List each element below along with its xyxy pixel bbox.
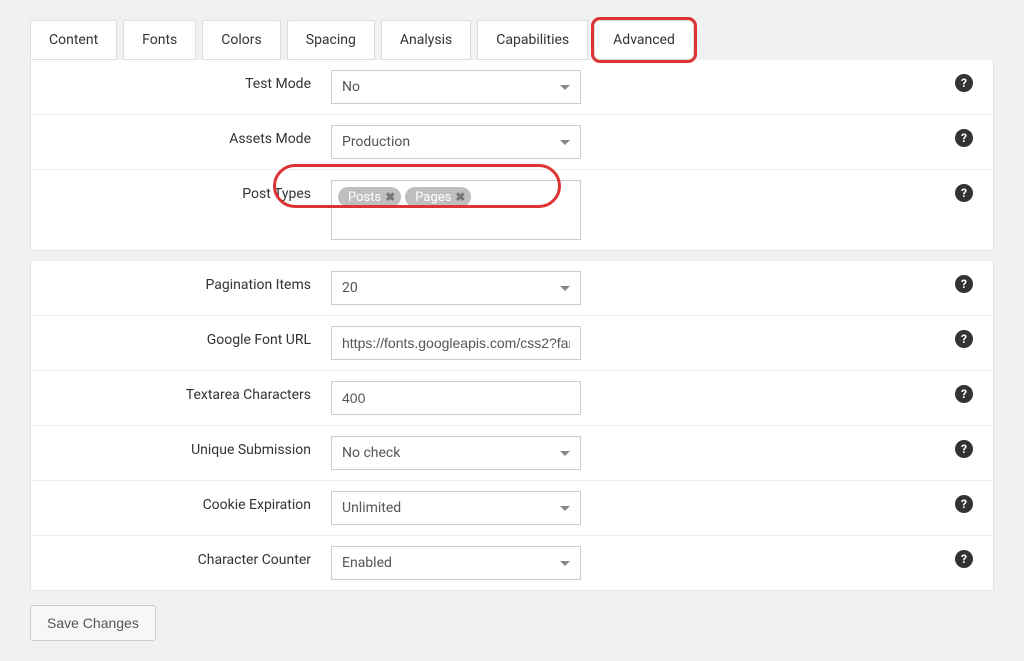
select-text: Unlimited — [342, 500, 560, 516]
tag-label: Posts — [348, 190, 381, 205]
select-text: No — [342, 79, 560, 95]
row-assets-mode: Assets Mode Production ? — [31, 115, 993, 170]
help-icon[interactable]: ? — [955, 129, 973, 147]
tab-colors[interactable]: Colors — [202, 20, 280, 60]
select-text: No check — [342, 445, 560, 461]
tab-fonts[interactable]: Fonts — [123, 20, 196, 60]
help-icon[interactable]: ? — [955, 275, 973, 293]
label-textarea-characters: Textarea Characters — [31, 381, 331, 403]
settings-form: Test Mode No ? Assets Mode Production ? … — [30, 60, 994, 251]
help-icon[interactable]: ? — [955, 74, 973, 92]
row-unique-submission: Unique Submission No check ? — [31, 426, 993, 481]
tab-advanced[interactable]: Advanced — [594, 20, 694, 60]
input-textarea-characters[interactable] — [331, 381, 581, 415]
tab-spacing[interactable]: Spacing — [287, 20, 375, 60]
tab-capabilities[interactable]: Capabilities — [477, 20, 588, 60]
select-text: Enabled — [342, 555, 560, 571]
label-cookie-expiration: Cookie Expiration — [31, 491, 331, 513]
tabs-nav: Content Fonts Colors Spacing Analysis Ca… — [30, 20, 994, 60]
select-text: Production — [342, 134, 560, 150]
help-icon[interactable]: ? — [955, 440, 973, 458]
tag-pages[interactable]: Pages ✖ — [405, 187, 471, 207]
tab-analysis[interactable]: Analysis — [381, 20, 471, 60]
help-icon[interactable]: ? — [955, 385, 973, 403]
select-cookie-expiration[interactable]: Unlimited — [331, 491, 581, 525]
chevron-down-icon — [560, 561, 570, 566]
row-post-types: Post Types Posts ✖ Pages ✖ ? — [31, 170, 993, 250]
settings-form-2: Pagination Items 20 ? Google Font URL ? … — [30, 261, 994, 591]
select-assets-mode[interactable]: Production — [331, 125, 581, 159]
chevron-down-icon — [560, 140, 570, 145]
label-post-types: Post Types — [31, 180, 331, 202]
select-test-mode[interactable]: No — [331, 70, 581, 104]
tag-posts[interactable]: Posts ✖ — [338, 187, 401, 207]
label-test-mode: Test Mode — [31, 70, 331, 92]
row-character-counter: Character Counter Enabled ? — [31, 536, 993, 590]
chevron-down-icon — [560, 85, 570, 90]
label-assets-mode: Assets Mode — [31, 125, 331, 147]
help-icon[interactable]: ? — [955, 550, 973, 568]
row-google-font-url: Google Font URL ? — [31, 316, 993, 371]
chevron-down-icon — [560, 451, 570, 456]
tab-content[interactable]: Content — [30, 20, 117, 60]
chevron-down-icon — [560, 286, 570, 291]
input-google-font-url[interactable] — [331, 326, 581, 360]
label-pagination-items: Pagination Items — [31, 271, 331, 293]
close-icon[interactable]: ✖ — [385, 190, 395, 204]
close-icon[interactable]: ✖ — [455, 190, 465, 204]
help-icon[interactable]: ? — [955, 184, 973, 202]
row-test-mode: Test Mode No ? — [31, 60, 993, 115]
label-character-counter: Character Counter — [31, 546, 331, 568]
save-changes-button[interactable]: Save Changes — [30, 605, 156, 641]
select-pagination-items[interactable]: 20 — [331, 271, 581, 305]
row-textarea-characters: Textarea Characters ? — [31, 371, 993, 426]
label-google-font-url: Google Font URL — [31, 326, 331, 348]
tag-input-post-types[interactable]: Posts ✖ Pages ✖ — [331, 180, 581, 240]
row-cookie-expiration: Cookie Expiration Unlimited ? — [31, 481, 993, 536]
label-unique-submission: Unique Submission — [31, 436, 331, 458]
chevron-down-icon — [560, 506, 570, 511]
select-character-counter[interactable]: Enabled — [331, 546, 581, 580]
row-pagination-items: Pagination Items 20 ? — [31, 261, 993, 316]
tag-label: Pages — [415, 190, 451, 205]
select-text: 20 — [342, 280, 560, 296]
help-icon[interactable]: ? — [955, 495, 973, 513]
select-unique-submission[interactable]: No check — [331, 436, 581, 470]
help-icon[interactable]: ? — [955, 330, 973, 348]
